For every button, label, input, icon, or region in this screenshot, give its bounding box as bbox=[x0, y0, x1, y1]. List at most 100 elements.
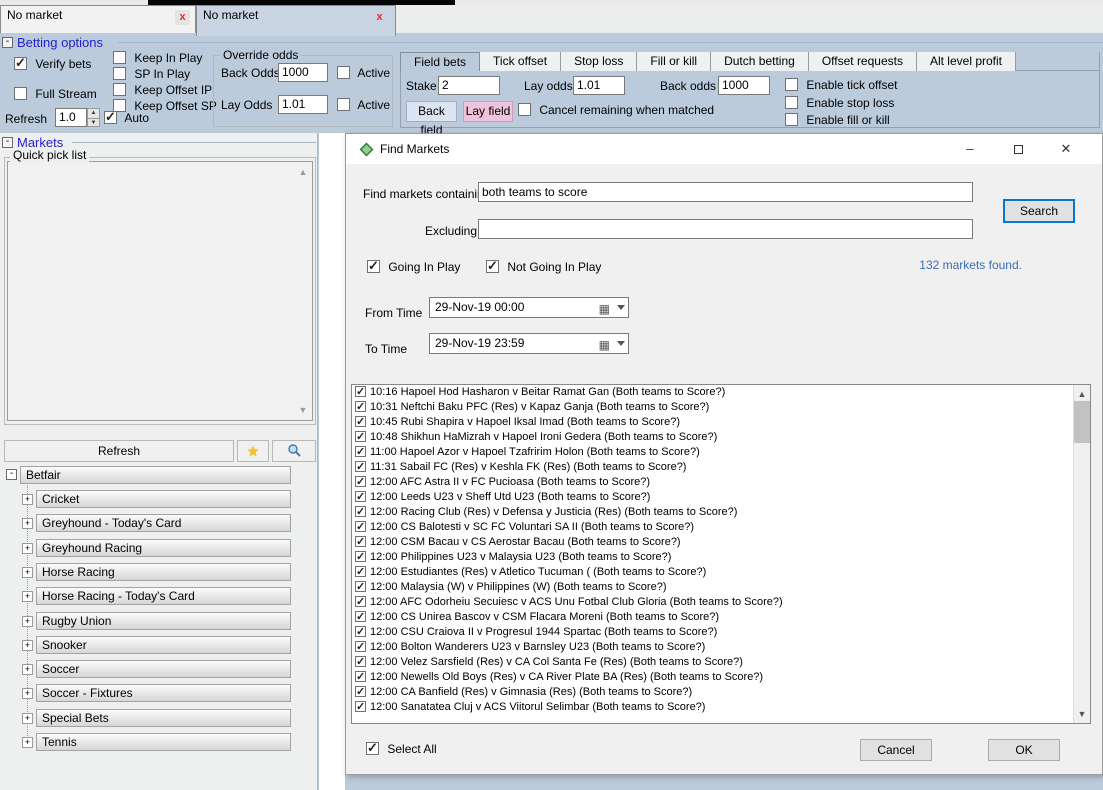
market-row[interactable]: 12:00 Malaysia (W) v Philippines (W) (Bo… bbox=[352, 580, 1090, 595]
market-row[interactable]: 12:00 CSU Craiova II v Progresul 1944 Sp… bbox=[352, 625, 1090, 640]
checkbox[interactable] bbox=[113, 83, 126, 96]
back-odds-input[interactable]: 1000 bbox=[278, 63, 328, 82]
market-row[interactable]: 12:00 Estudiantes (Res) v Atletico Tucum… bbox=[352, 565, 1090, 580]
market-checkbox[interactable] bbox=[355, 536, 366, 547]
market-checkbox[interactable] bbox=[355, 611, 366, 622]
keep-offset-sp-checkbox[interactable]: Keep Offset SP bbox=[113, 99, 217, 113]
full-stream-checkbox[interactable]: Full Stream bbox=[14, 87, 97, 101]
verify-bets-checkbox[interactable]: Verify bets bbox=[14, 57, 91, 71]
market-checkbox[interactable] bbox=[355, 386, 366, 397]
market-row[interactable]: 10:45 Rubi Shapira v Hapoel Iksal Imad (… bbox=[352, 415, 1090, 430]
checkbox[interactable] bbox=[486, 260, 499, 273]
checkbox[interactable] bbox=[337, 66, 350, 79]
tree-item-tennis[interactable]: Tennis bbox=[36, 733, 291, 751]
checkbox[interactable] bbox=[14, 87, 27, 100]
market-checkbox[interactable] bbox=[355, 506, 366, 517]
auto-checkbox[interactable]: Auto bbox=[104, 111, 149, 125]
scroll-up-icon[interactable]: ▲ bbox=[296, 165, 310, 179]
spinner-up-icon[interactable]: ▲ bbox=[88, 109, 99, 118]
enable-tick-offset-checkbox[interactable]: Enable tick offset bbox=[785, 78, 898, 92]
checkbox[interactable] bbox=[337, 98, 350, 111]
checkbox[interactable] bbox=[785, 78, 798, 91]
checkbox[interactable] bbox=[113, 51, 126, 64]
going-in-play-checkbox[interactable]: Going In Play bbox=[367, 260, 460, 274]
minimize-button[interactable]: – bbox=[948, 134, 992, 164]
lay-field-button[interactable]: Lay field bbox=[463, 101, 513, 122]
market-checkbox[interactable] bbox=[355, 656, 366, 667]
tree-root-collapse[interactable]: - bbox=[6, 469, 17, 480]
not-going-in-play-checkbox[interactable]: Not Going In Play bbox=[486, 260, 601, 274]
tree-item-special-bets[interactable]: Special Bets bbox=[36, 709, 291, 727]
betting-options-collapse[interactable]: - bbox=[2, 37, 13, 48]
market-row[interactable]: 12:00 CSM Bacau v CS Aerostar Bacau (Bot… bbox=[352, 535, 1090, 550]
checkbox[interactable] bbox=[366, 742, 379, 755]
market-checkbox[interactable] bbox=[355, 626, 366, 637]
field-bets-tab[interactable]: Dutch betting bbox=[711, 52, 809, 71]
enable-stop-loss-checkbox[interactable]: Enable stop loss bbox=[785, 96, 894, 110]
scroll-down-icon[interactable]: ▼ bbox=[296, 403, 310, 417]
market-row[interactable]: 10:16 Hapoel Hod Hasharon v Beitar Ramat… bbox=[352, 385, 1090, 400]
tree-expand-icon[interactable]: + bbox=[22, 737, 33, 748]
market-checkbox[interactable] bbox=[355, 476, 366, 487]
market-row[interactable]: 12:00 Velez Sarsfield (Res) v CA Col San… bbox=[352, 655, 1090, 670]
cancel-button[interactable]: Cancel bbox=[860, 739, 932, 761]
market-checkbox[interactable] bbox=[355, 521, 366, 532]
tree-root-betfair[interactable]: Betfair bbox=[20, 466, 291, 484]
tree-item-cricket[interactable]: Cricket bbox=[36, 490, 291, 508]
market-checkbox[interactable] bbox=[355, 671, 366, 682]
market-row[interactable]: 12:00 Philippines U23 v Malaysia U23 (Bo… bbox=[352, 550, 1090, 565]
scroll-down-icon[interactable]: ▼ bbox=[1075, 707, 1089, 721]
market-list-scrollbar[interactable]: ▲ ▼ bbox=[1073, 385, 1090, 723]
market-checkbox[interactable] bbox=[355, 461, 366, 472]
market-checkbox[interactable] bbox=[355, 551, 366, 562]
lay-odds-input[interactable]: 1.01 bbox=[278, 95, 328, 114]
market-checkbox[interactable] bbox=[355, 641, 366, 652]
tree-expand-icon[interactable]: + bbox=[22, 591, 33, 602]
search-markets-button[interactable] bbox=[272, 440, 316, 462]
refresh-button[interactable]: Refresh bbox=[4, 440, 234, 462]
tab-no-market-1[interactable]: No market x bbox=[0, 5, 196, 33]
close-button[interactable]: ✕ bbox=[1044, 134, 1088, 164]
tree-expand-icon[interactable]: + bbox=[22, 664, 33, 675]
checkbox[interactable] bbox=[785, 96, 798, 109]
search-button[interactable]: Search bbox=[1003, 199, 1075, 223]
market-row[interactable]: 11:31 Sabail FC (Res) v Keshla FK (Res) … bbox=[352, 460, 1090, 475]
keep-offset-ip-checkbox[interactable]: Keep Offset IP bbox=[113, 83, 212, 97]
from-time-combo[interactable]: 29-Nov-19 00:00 ▦ bbox=[429, 297, 629, 318]
market-row[interactable]: 12:00 CS Balotesti v SC FC Voluntari SA … bbox=[352, 520, 1090, 535]
market-row[interactable]: 12:00 Sanatatea Cluj v ACS Viitorul Seli… bbox=[352, 700, 1090, 715]
sp-in-play-checkbox[interactable]: SP In Play bbox=[113, 67, 190, 81]
checkbox[interactable] bbox=[113, 67, 126, 80]
checkbox[interactable] bbox=[113, 99, 126, 112]
tree-item-greyhound-racing[interactable]: Greyhound Racing bbox=[36, 539, 291, 557]
back-field-button[interactable]: Back field bbox=[406, 101, 457, 122]
market-row[interactable]: 12:00 Leeds U23 v Sheff Utd U23 (Both te… bbox=[352, 490, 1090, 505]
field-bets-tab[interactable]: Stop loss bbox=[561, 52, 637, 71]
scrollbar-thumb[interactable] bbox=[1074, 401, 1091, 443]
tree-expand-icon[interactable]: + bbox=[22, 688, 33, 699]
tree-expand-icon[interactable]: + bbox=[22, 616, 33, 627]
market-checkbox[interactable] bbox=[355, 416, 366, 427]
close-icon[interactable]: x bbox=[372, 10, 387, 25]
market-row[interactable]: 12:00 Bolton Wanderers U23 v Barnsley U2… bbox=[352, 640, 1090, 655]
market-checkbox[interactable] bbox=[355, 701, 366, 712]
checkbox[interactable] bbox=[785, 113, 798, 126]
field-bets-tab[interactable]: Fill or kill bbox=[637, 52, 711, 71]
markets-collapse[interactable]: - bbox=[2, 137, 13, 148]
dialog-title-bar[interactable]: Find Markets – ✕ bbox=[346, 134, 1102, 164]
refresh-spinner[interactable]: ▲ ▼ bbox=[87, 108, 100, 127]
market-checkbox[interactable] bbox=[355, 431, 366, 442]
enable-fill-or-kill-checkbox[interactable]: Enable fill or kill bbox=[785, 113, 890, 127]
chevron-down-icon[interactable] bbox=[617, 341, 625, 346]
scroll-up-icon[interactable]: ▲ bbox=[1075, 387, 1089, 401]
tree-expand-icon[interactable]: + bbox=[22, 543, 33, 554]
tree-item-horse-racing[interactable]: Horse Racing bbox=[36, 563, 291, 581]
refresh-interval-input[interactable]: 1.0 bbox=[55, 108, 87, 127]
select-all-checkbox[interactable]: Select All bbox=[366, 742, 437, 756]
fb-back-odds-input[interactable]: 1000 bbox=[718, 76, 770, 95]
field-bets-tab[interactable]: Alt level profit bbox=[917, 52, 1016, 71]
find-markets-input[interactable] bbox=[478, 182, 973, 202]
checkbox[interactable] bbox=[518, 103, 531, 116]
tree-expand-icon[interactable]: + bbox=[22, 494, 33, 505]
checkbox[interactable] bbox=[367, 260, 380, 273]
